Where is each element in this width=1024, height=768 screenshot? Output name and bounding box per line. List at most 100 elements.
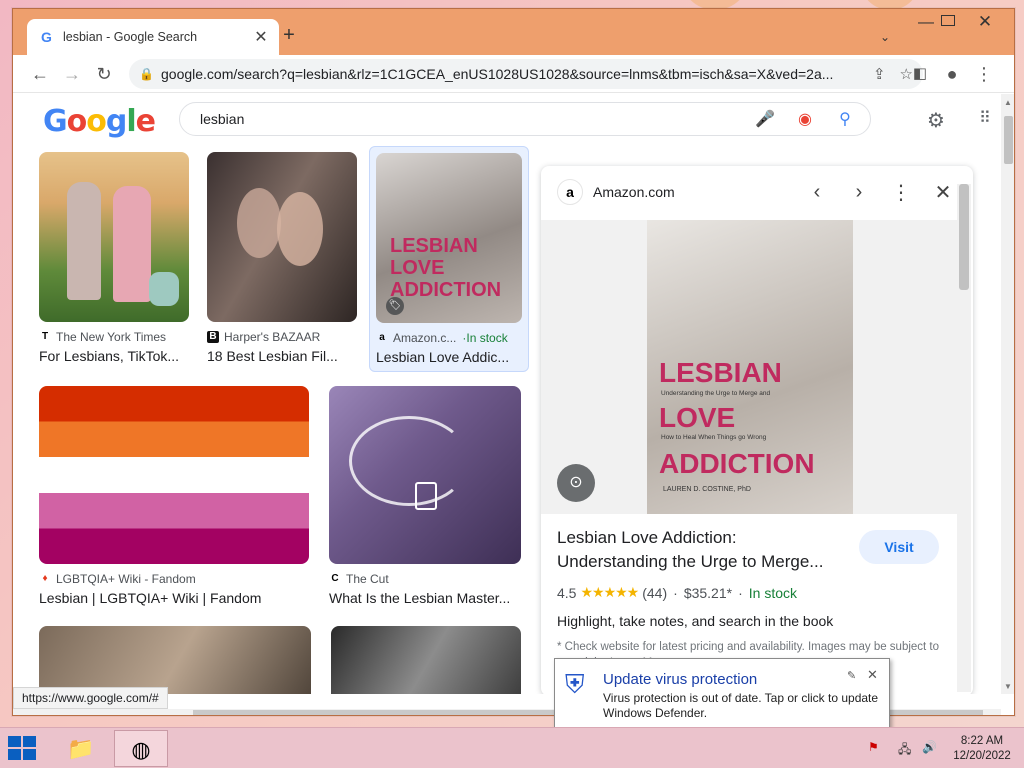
tab-title: lesbian - Google Search [63,30,198,44]
logo-letter: g [105,104,128,139]
file-explorer-icon[interactable]: 📁 [54,730,108,767]
page-scroll-thumb[interactable] [1004,116,1013,164]
lock-icon[interactable]: 🔒 [139,67,155,81]
bazaar-favicon-icon: B [207,331,219,343]
result-thumbnail[interactable] [331,626,521,694]
close-panel-icon[interactable]: ✕ [929,180,957,205]
result-thumbnail[interactable] [207,152,357,322]
chrome-taskbar-icon[interactable]: ◍ [114,730,168,767]
notification-close-icon[interactable]: ✕ [867,667,878,683]
panel-description: Highlight, take notes, and search in the… [557,613,834,629]
result-title[interactable]: Lesbian Love Addic... [376,349,522,365]
system-clock[interactable]: 8:22 AM 12/20/2022 [946,734,1018,764]
notification-body[interactable]: Virus protection is out of date. Tap or … [603,691,887,721]
book-cover: LESBIAN Understanding the Urge to Merge … [647,220,853,514]
reload-icon[interactable]: ↻ [93,63,115,85]
notification-title[interactable]: Update virus protection [603,671,757,688]
result-title[interactable]: 18 Best Lesbian Fil... [207,348,357,364]
logo-letter: o [86,104,107,139]
maximize-button[interactable]: □ [941,15,955,26]
camera-lens-icon[interactable]: ◉ [794,109,816,129]
side-panel-icon[interactable]: ◧ [909,63,931,85]
search-box[interactable]: lesbian 🎤 ◉ ⚲ [179,102,871,136]
result-source-label: LGBTQIA+ Wiki - Fandom [56,572,196,586]
more-options-icon[interactable]: ⋮ [887,180,915,205]
image-result-selected[interactable]: LESBIAN LOVE ADDICTION 🏷 a Amazon.c... ·In s… [369,146,529,372]
forward-arrow-icon[interactable]: → [61,63,83,85]
search-query-text[interactable]: lesbian [200,111,736,127]
apps-grid-icon[interactable]: ⠿ [979,108,991,128]
browser-window: G lesbian - Google Search ✕ + ⌄ — □ ✕ ← … [12,8,1015,716]
image-result[interactable]: T The New York Times For Lesbians, TikTok… [39,152,189,368]
scroll-up-icon[interactable]: ▲ [1004,98,1012,107]
result-thumbnail[interactable] [39,152,189,322]
network-tray-icon[interactable]: 🖧 [898,740,911,761]
panel-site-name[interactable]: Amazon.com [593,184,789,200]
google-lens-icon[interactable]: ⊙ [557,464,595,502]
in-stock-text: In stock [466,331,508,345]
book-title-line: ADDICTION [659,448,815,479]
image-result[interactable]: ♦ LGBTQIA+ Wiki - Fandom Lesbian | LGBTQI… [39,386,309,606]
result-source-label: The New York Times [56,330,167,344]
result-thumbnail-lesbian-flag[interactable] [39,386,309,564]
share-icon[interactable]: ⇪ [873,65,886,83]
taskbar: 📁 ◍ ⚑ 🖧 🔊 8:22 AM 12/20/2022 [0,727,1024,768]
scroll-down-icon[interactable]: ▼ [1004,682,1012,691]
book-subtitle: How to Heal When Things go Wrong [661,434,767,441]
result-source-label: Amazon.c... [393,331,457,345]
new-tab-button[interactable]: + [279,25,299,45]
clock-date: 12/20/2022 [953,750,1011,762]
result-title[interactable]: Lesbian | LGBTQIA+ Wiki | Fandom [39,590,309,606]
amazon-logo-icon: a [557,179,583,205]
image-result[interactable] [331,626,521,694]
google-logo[interactable]: Google [43,104,156,139]
result-title[interactable]: What Is the Lesbian Master... [329,590,521,606]
profile-avatar-icon[interactable]: ● [941,63,963,85]
google-favicon-icon: G [41,29,52,45]
volume-tray-icon[interactable]: 🔊 [922,740,937,754]
browser-tab[interactable]: G lesbian - Google Search ✕ [27,19,279,55]
previous-chevron-icon[interactable]: ‹ [803,181,831,204]
logo-letter: e [135,104,156,139]
search-icon[interactable]: ⚲ [834,109,856,129]
tab-search-chevron-icon[interactable]: ⌄ [877,27,893,47]
result-thumbnail[interactable] [329,386,521,564]
microphone-icon[interactable]: 🎤 [754,109,776,129]
page-scrollbar[interactable]: ▲ ▼ [1001,94,1014,694]
back-arrow-icon[interactable]: ← [29,63,51,85]
status-bar-url: https://www.google.com/# [13,687,168,709]
result-title[interactable]: For Lesbians, TikTok... [39,348,189,364]
amazon-favicon-icon: a [379,332,385,343]
tab-close-icon[interactable]: ✕ [253,27,269,47]
close-window-button[interactable]: ✕ [971,12,999,32]
rating-row: 4.5 ★★★★★ (44) · $35.21* · In stock [557,584,947,601]
menu-kebab-icon[interactable]: ⋮ [973,63,995,85]
panel-title[interactable]: Lesbian Love Addiction: Understanding th… [557,526,847,574]
pin-icon[interactable]: ✎ [847,669,856,682]
image-result[interactable] [39,626,311,694]
separator-dot: · [738,584,743,601]
visit-button[interactable]: Visit [859,530,939,564]
panel-scroll-thumb[interactable] [959,184,969,290]
result-source-label: The Cut [346,572,389,586]
review-count: (44) [642,584,668,601]
virus-protection-notification[interactable]: ⛨ Update virus protection Virus protecti… [554,658,890,730]
defender-shield-icon: ⛨ [565,669,585,699]
panel-image[interactable]: LESBIAN Understanding the Urge to Merge … [541,220,957,514]
url-text: google.com/search?q=lesbian&rlz=1C1GCEA_… [161,66,834,82]
defender-warning-tray-icon[interactable]: ⚑ [868,740,879,754]
start-button[interactable] [8,736,38,760]
settings-gear-icon[interactable]: ⚙ [927,108,945,133]
next-chevron-icon[interactable]: › [845,181,873,204]
panel-info: Lesbian Love Addiction: Understanding th… [557,526,947,671]
result-source: a Amazon.c... ·In stock [376,331,508,345]
image-result[interactable]: B Harper's BAZAAR 18 Best Lesbian Fil... [207,152,357,368]
price-tag-icon: 🏷 [386,297,404,315]
result-thumbnail[interactable] [39,626,311,694]
tab-strip: G lesbian - Google Search ✕ + ⌄ — □ ✕ [13,9,1014,55]
image-result[interactable]: C The Cut What Is the Lesbian Master... [329,386,521,606]
minimize-button[interactable]: — [916,13,936,33]
result-thumbnail[interactable]: LESBIAN LOVE ADDICTION 🏷 [376,153,522,323]
panel-scrollbar[interactable] [957,184,971,692]
address-bar[interactable]: 🔒 google.com/search?q=lesbian&rlz=1C1GCE… [129,59,923,89]
